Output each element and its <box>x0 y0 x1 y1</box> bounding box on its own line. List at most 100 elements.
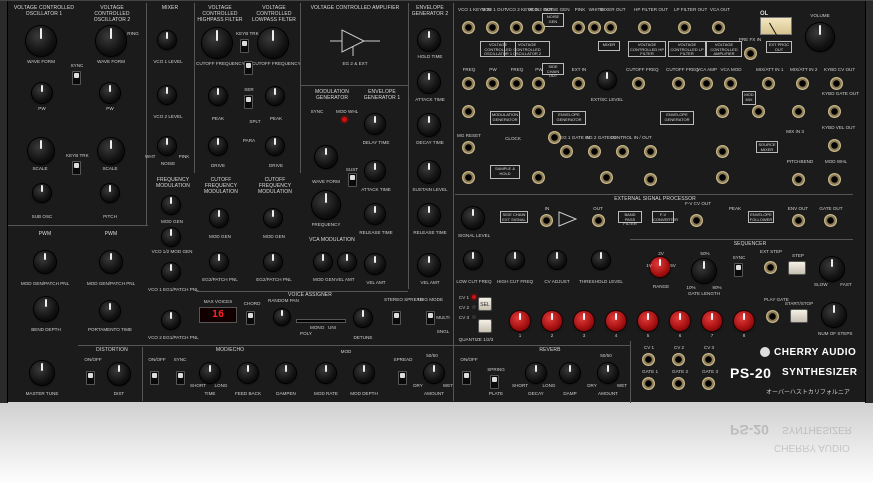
patch-row1-jack[interactable] <box>588 21 601 34</box>
seq-tempo-knob[interactable] <box>820 257 844 281</box>
cv2-out-jack[interactable] <box>672 353 685 366</box>
env2-sustain-knob[interactable] <box>418 161 440 183</box>
cv-adjust-knob[interactable] <box>548 251 566 269</box>
patch-jack[interactable] <box>588 145 601 158</box>
start-stop-button[interactable] <box>790 309 808 323</box>
mod-echo-feedback-knob[interactable] <box>238 363 258 383</box>
patch-jack[interactable] <box>792 105 805 118</box>
hpf-drive-knob[interactable] <box>209 137 227 155</box>
threshold-knob[interactable] <box>592 251 610 269</box>
fv-cv-out-jack[interactable] <box>690 214 703 227</box>
mixer-vco1-knob[interactable] <box>158 31 176 49</box>
freq-mod-vco1-knob[interactable] <box>162 263 180 281</box>
patch-jack[interactable] <box>716 145 729 158</box>
num-steps-knob[interactable] <box>822 303 846 327</box>
seq-step-knob-7[interactable] <box>702 311 722 331</box>
env1-vel-amt-knob[interactable] <box>365 254 385 274</box>
patch-row1-jack[interactable] <box>510 21 523 34</box>
bend-depth-knob[interactable] <box>34 297 58 321</box>
patch-row2-jack[interactable] <box>486 77 499 90</box>
vco1-waveform-knob[interactable] <box>26 26 56 56</box>
patch-row1-jack[interactable] <box>638 21 651 34</box>
reverb-amount-knob[interactable] <box>598 363 618 383</box>
env1-sust-switch[interactable] <box>348 173 357 187</box>
patch-row1-jack[interactable] <box>604 21 617 34</box>
vca-mod-vel-amt-knob[interactable] <box>338 253 356 271</box>
detune-knob[interactable] <box>354 309 372 327</box>
vco1-sub-osc-knob[interactable] <box>33 184 51 202</box>
patch-jack[interactable] <box>644 145 657 158</box>
seq-step-knob-1[interactable] <box>510 311 530 331</box>
vco1-pw-knob[interactable] <box>32 83 52 103</box>
patch-row2-jack[interactable] <box>796 77 809 90</box>
distortion-on-off-switch[interactable] <box>86 371 95 385</box>
cutoff-mod-hp-mod-gen-knob[interactable] <box>210 209 228 227</box>
signal-level-knob[interactable] <box>462 207 484 229</box>
esp-in-jack[interactable] <box>540 214 553 227</box>
mixer-noise-knob[interactable] <box>158 137 176 155</box>
filter-routing-switch[interactable] <box>244 95 253 109</box>
patch-row1-jack[interactable] <box>678 21 691 34</box>
patch-jack[interactable] <box>532 105 545 118</box>
pre-fx-in-jack[interactable] <box>744 47 757 60</box>
mod-gen-frequency-knob[interactable] <box>312 191 340 219</box>
mixer-vco2-knob[interactable] <box>158 86 176 104</box>
lpf-peak-knob[interactable] <box>266 87 284 105</box>
seq-step-knob-4[interactable] <box>606 311 626 331</box>
freq-mod-vco12-knob[interactable] <box>162 228 180 246</box>
freq-mod-mod-gen-knob[interactable] <box>162 196 180 214</box>
patch-jack[interactable] <box>532 171 545 184</box>
esp-gate-out-jack[interactable] <box>824 214 837 227</box>
voice-mode-slider[interactable] <box>296 319 346 323</box>
patch-row1-jack[interactable] <box>532 21 545 34</box>
seq-sync-switch[interactable] <box>734 263 743 277</box>
mod-echo-dampen-knob[interactable] <box>276 363 296 383</box>
volume-knob[interactable] <box>806 23 834 51</box>
gate1-out-jack[interactable] <box>642 377 655 390</box>
mod-gen-waveform-knob[interactable] <box>315 146 337 168</box>
patch-jack[interactable] <box>792 173 805 186</box>
hpf-peak-knob[interactable] <box>209 87 227 105</box>
env2-release-knob[interactable] <box>418 204 440 226</box>
reverb-on-off-switch[interactable] <box>462 371 471 385</box>
freq-mod-vco2-knob[interactable] <box>162 311 180 329</box>
env1-attack-knob[interactable] <box>365 161 385 181</box>
gate2-out-jack[interactable] <box>672 377 685 390</box>
play-gate-jack[interactable] <box>766 310 779 323</box>
patch-jack[interactable] <box>462 171 475 184</box>
patch-jack[interactable] <box>548 131 561 144</box>
patch-row2-jack[interactable] <box>762 77 775 90</box>
patch-row2-jack[interactable] <box>830 77 843 90</box>
gate3-out-jack[interactable] <box>702 377 715 390</box>
reverb-damp-knob[interactable] <box>560 363 580 383</box>
pwm1-knob[interactable] <box>34 251 56 273</box>
patch-row2-jack[interactable] <box>632 77 645 90</box>
patch-jack[interactable] <box>462 141 475 154</box>
patch-row2-jack[interactable] <box>700 77 713 90</box>
random-pan-knob[interactable] <box>274 309 290 325</box>
esp-out-jack[interactable] <box>592 214 605 227</box>
vco1-scale-knob[interactable] <box>28 138 54 164</box>
mod-echo-time-knob[interactable] <box>200 363 220 383</box>
patch-jack[interactable] <box>462 105 475 118</box>
lpf-cutoff-knob[interactable] <box>258 28 288 58</box>
hpf-keyb-trk-switch[interactable] <box>240 39 249 53</box>
vco2-keyb-trk-switch[interactable] <box>72 161 81 175</box>
high-cut-knob[interactable] <box>506 251 524 269</box>
mod-echo-mod-depth-knob[interactable] <box>354 363 374 383</box>
gate-length-knob[interactable] <box>692 259 716 283</box>
ext-sc-level-knob[interactable] <box>598 71 616 89</box>
patch-row1-jack[interactable] <box>572 21 585 34</box>
env2-attack-knob[interactable] <box>418 71 440 93</box>
patch-jack[interactable] <box>716 105 729 118</box>
vco2-pitch-knob[interactable] <box>101 184 119 202</box>
seq-step-knob-2[interactable] <box>542 311 562 331</box>
patch-jack[interactable] <box>752 105 765 118</box>
env2-vel-amt-knob[interactable] <box>418 254 440 276</box>
stereo-spread-switch[interactable] <box>392 311 401 325</box>
env2-hold-knob[interactable] <box>418 29 440 51</box>
patch-row2-jack[interactable] <box>462 77 475 90</box>
pwm2-knob[interactable] <box>100 251 122 273</box>
vco2-scale-knob[interactable] <box>98 138 124 164</box>
mod-echo-mod-rate-knob[interactable] <box>316 363 336 383</box>
